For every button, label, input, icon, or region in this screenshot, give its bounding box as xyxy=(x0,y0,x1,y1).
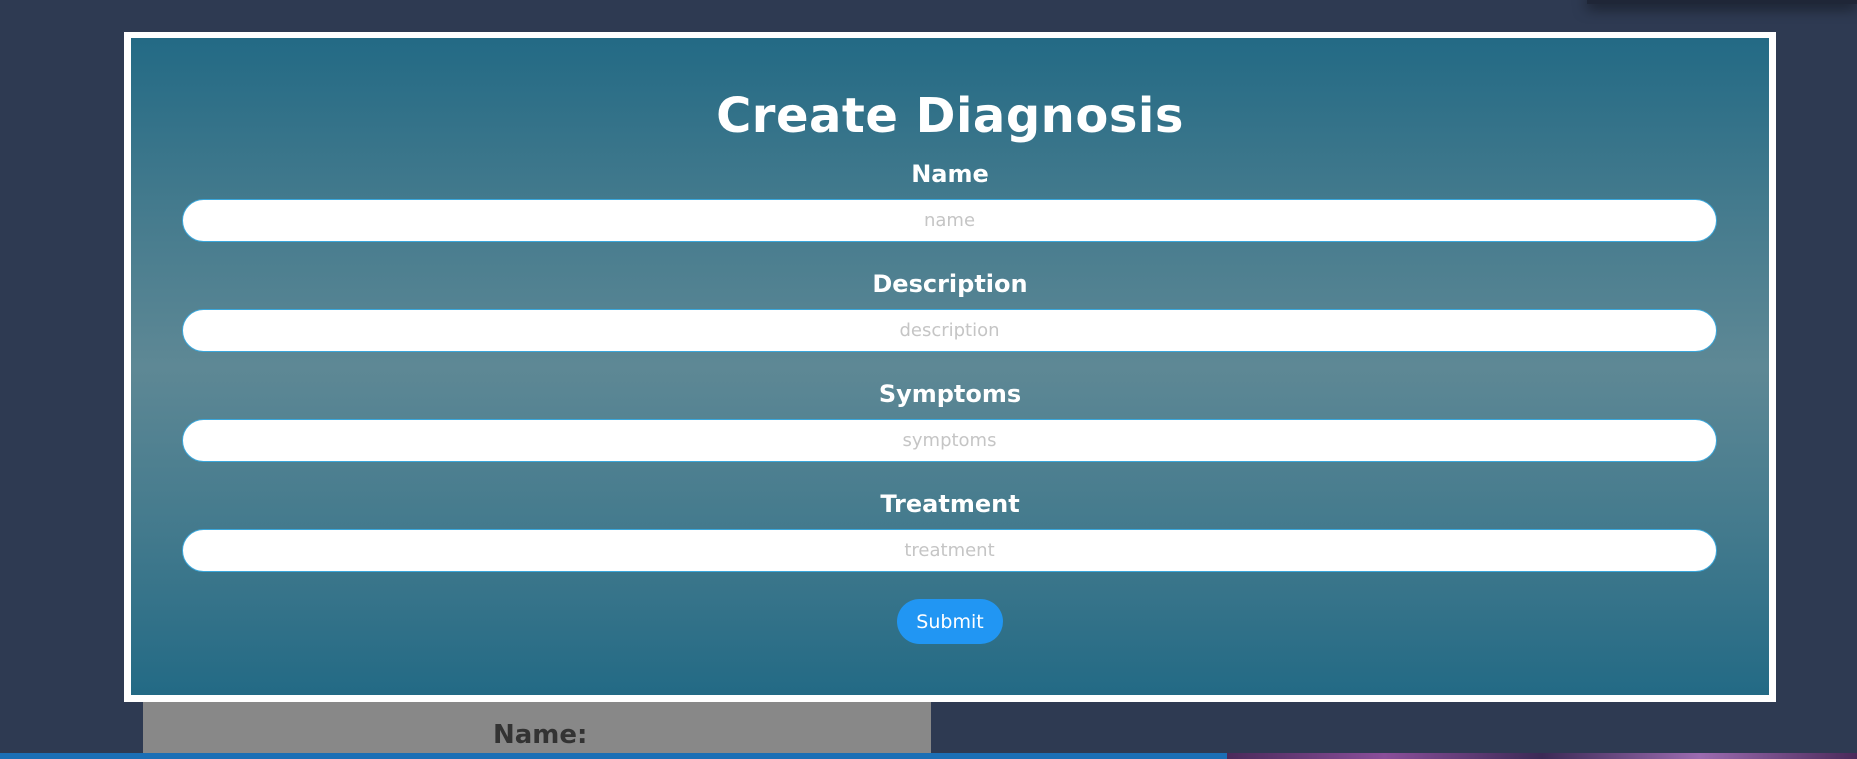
background-window-edge xyxy=(1587,0,1857,4)
background-name-label: Name: xyxy=(493,720,588,750)
create-diagnosis-form: Create Diagnosis Name Description Sympto… xyxy=(131,38,1769,695)
symptoms-input[interactable] xyxy=(182,419,1717,462)
description-label: Description xyxy=(872,270,1028,298)
status-bar-decoration xyxy=(1227,753,1857,759)
modal-frame: Create Diagnosis Name Description Sympto… xyxy=(124,32,1776,702)
description-input[interactable] xyxy=(182,309,1717,352)
treatment-input[interactable] xyxy=(182,529,1717,572)
submit-button[interactable]: Submit xyxy=(897,599,1003,644)
form-title: Create Diagnosis xyxy=(716,88,1184,144)
name-input[interactable] xyxy=(182,199,1717,242)
editor-status-bar xyxy=(0,753,1857,759)
background-card: Name: xyxy=(143,702,931,759)
name-label: Name xyxy=(911,160,989,188)
treatment-label: Treatment xyxy=(880,490,1020,518)
symptoms-label: Symptoms xyxy=(878,380,1022,408)
